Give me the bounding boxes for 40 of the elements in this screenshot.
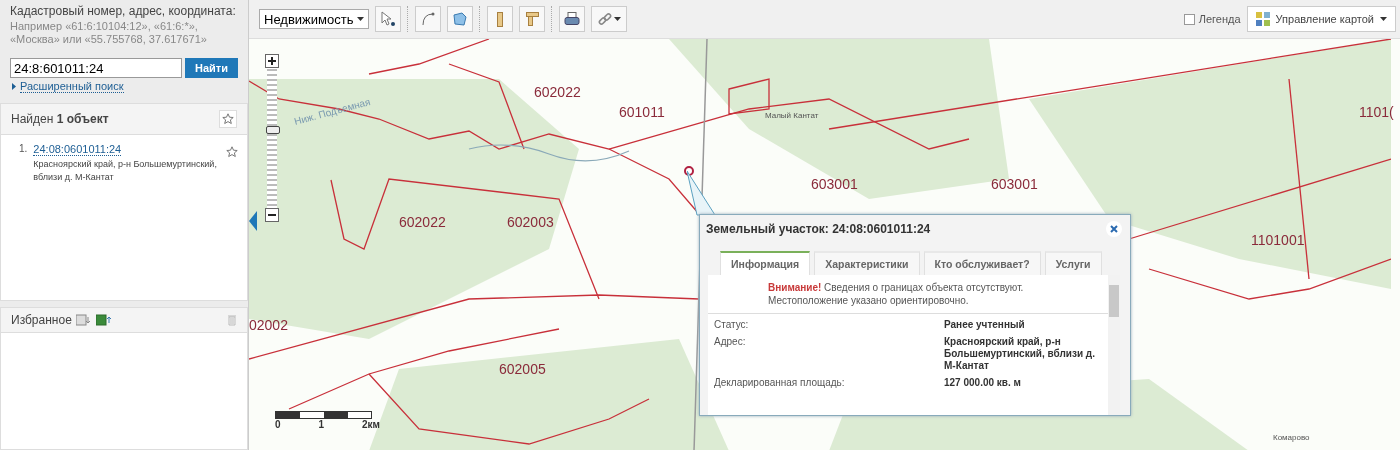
map-label: 602022 — [534, 84, 581, 100]
map-label: Малый Кантат — [765, 111, 819, 120]
map-label: 602005 — [499, 361, 546, 377]
scale-label: 1 — [318, 419, 325, 430]
field-value: Ранее учтенный — [944, 319, 1026, 331]
result-index: 1. — [19, 143, 28, 156]
field-value: Красноярский край, р-н Большемуртинский, вблизи д. М-Кантат — [944, 336, 1096, 372]
legend-checkbox[interactable]: Легенда — [1183, 13, 1241, 25]
field-label: Декларированная площадь: — [714, 377, 846, 389]
popup-tab[interactable]: Услуги — [1044, 251, 1102, 275]
popup-tab[interactable]: Информация — [720, 251, 811, 275]
popup-title: Земельный участок: 24:08:0601011:24 — [706, 222, 931, 236]
map-label: 602003 — [507, 214, 554, 230]
popup-tab[interactable]: Кто обслуживает? — [923, 251, 1041, 275]
map-control-button[interactable]: Управление картой — [1246, 6, 1396, 32]
scale-label: 0 — [275, 419, 281, 430]
map-label: 603001 — [991, 176, 1038, 192]
favorites-title: Избранное — [11, 313, 72, 327]
result-link[interactable]: 24:08:0601011:24 — [33, 143, 122, 156]
field-label: Адрес: — [714, 336, 747, 349]
search-field[interactable]: 24:8:601011:24 — [10, 58, 182, 78]
field-label: Статус: — [714, 319, 750, 331]
popup-tab[interactable]: Характеристики — [814, 251, 920, 275]
search-hint: Например «61:6:10104:12», «61:6:*», «Москва» или «55.755768, 37.617671» — [10, 20, 208, 46]
advanced-search-link[interactable]: Расширенный поиск — [20, 80, 124, 93]
field-value: 127 000.00 кв. м — [944, 377, 1022, 389]
results-title: Найден 1 объект — [11, 112, 109, 126]
scale-label: 2км — [362, 419, 380, 430]
layer-dropdown[interactable]: Недвижимость — [259, 9, 370, 29]
map-label: 601011 — [619, 104, 665, 120]
search-button[interactable]: Найти — [185, 58, 238, 78]
warning-text: Внимание! Сведения о границах объекта отсутствуют. Местоположение указано ориентировочно. — [708, 275, 1108, 314]
result-address: Красноярский край, р-н Большемуртинский, вблизи д. М-Кантат — [33, 158, 217, 184]
map-label: 602022 — [399, 214, 446, 230]
map-label: 603001 — [811, 176, 858, 192]
map-label: 1101( — [1359, 104, 1394, 120]
map-label: 1101001 — [1251, 232, 1305, 248]
search-label: Кадастровый номер, адрес, координата: — [10, 4, 237, 18]
map-label: Комарово — [1273, 433, 1310, 442]
map-label: 02002 — [249, 317, 288, 333]
